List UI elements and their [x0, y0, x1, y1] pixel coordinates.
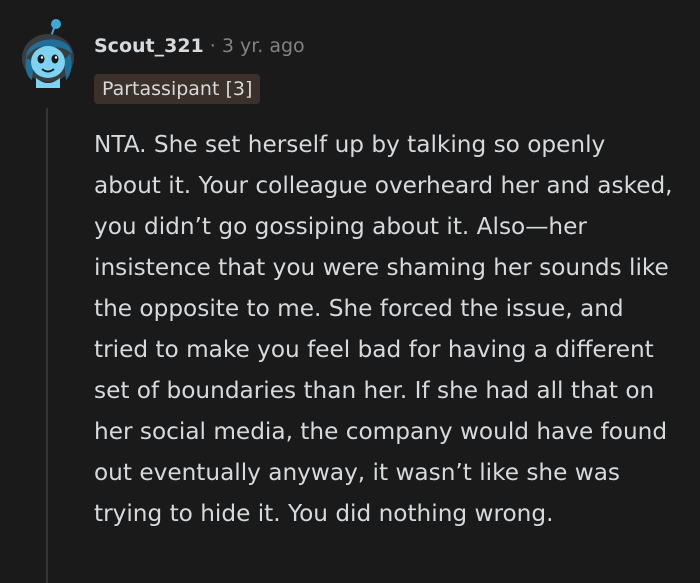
timestamp-link[interactable]: 3 yr. ago — [222, 33, 305, 59]
comment-meta: Scout_321 · 3 yr. ago — [94, 33, 305, 59]
thread-collapse-line[interactable] — [46, 108, 48, 583]
meta-separator: · — [209, 35, 216, 57]
comment-text: NTA. She set herself up by talking so op… — [94, 131, 673, 527]
user-flair: Partassipant [3] — [94, 74, 261, 104]
snoo-avatar-icon[interactable] — [20, 18, 76, 88]
comment: Scout_321 · 3 yr. ago Partassipant [3] N… — [0, 0, 700, 583]
author-link[interactable]: Scout_321 — [94, 33, 204, 59]
comment-body: NTA. She set herself up by talking so op… — [94, 124, 674, 534]
